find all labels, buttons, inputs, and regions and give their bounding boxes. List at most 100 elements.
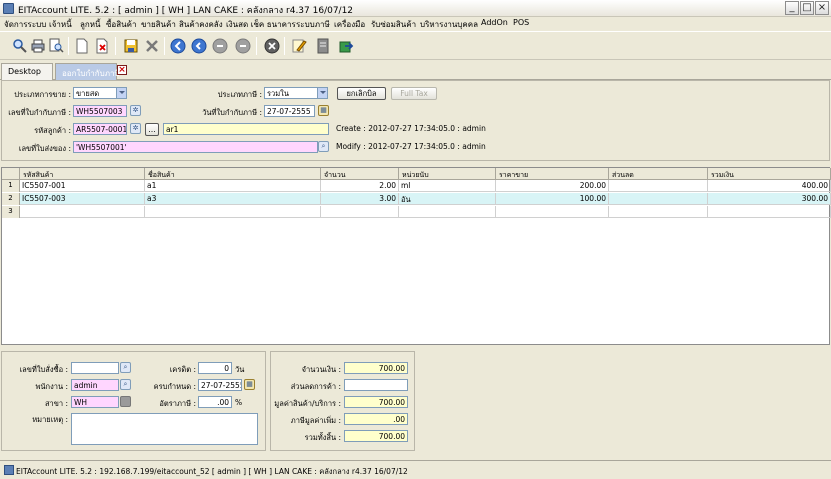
cell-unit[interactable] xyxy=(399,206,496,218)
table-row[interactable]: 3 xyxy=(2,206,831,218)
menu-tools[interactable]: เครื่องมือ xyxy=(334,18,365,31)
customer-name-field[interactable]: ar1 xyxy=(163,123,329,135)
cell-discount[interactable] xyxy=(609,180,708,192)
cell-qty[interactable] xyxy=(321,206,399,218)
search-icon[interactable]: ⌕ xyxy=(120,362,131,373)
connection-icon xyxy=(4,465,14,475)
stop-icon[interactable] xyxy=(264,38,280,54)
cell-name[interactable]: a3 xyxy=(145,193,321,205)
edit-icon[interactable] xyxy=(291,38,307,54)
delivery-no-field[interactable]: 'WH5507001' xyxy=(73,141,318,153)
next-record-icon[interactable] xyxy=(212,38,228,54)
gear-icon[interactable]: ✲ xyxy=(130,105,141,116)
find-icon[interactable] xyxy=(12,38,28,54)
search-icon[interactable]: ⌕ xyxy=(120,379,131,390)
cell-code[interactable]: IC5507-003 xyxy=(20,193,145,205)
maximize-icon[interactable]: □ xyxy=(800,1,814,15)
cell-code[interactable]: IC5507-001 xyxy=(20,180,145,192)
tax-type-select[interactable]: รวมใน xyxy=(264,87,328,99)
po-no-field[interactable] xyxy=(71,362,119,374)
cell-name[interactable] xyxy=(145,206,321,218)
search-icon[interactable]: ⌕ xyxy=(318,141,329,152)
gear-icon[interactable]: ✲ xyxy=(130,123,141,134)
menu-sales[interactable]: ขายสินค้า xyxy=(141,18,176,31)
cell-price[interactable]: 200.00 xyxy=(496,180,609,192)
menu-inventory[interactable]: สินค้าคงคลัง xyxy=(179,18,223,31)
vat-label: ภาษีมูลค่าเพิ่ม : xyxy=(290,416,341,425)
trade-discount-label: ส่วนลดการค้า : xyxy=(290,382,341,391)
branch-lookup-icon[interactable] xyxy=(120,396,131,407)
menu-tax[interactable]: ระบบภาษี xyxy=(296,18,330,31)
sale-type-select[interactable]: ขายสด xyxy=(73,87,127,99)
calendar-icon[interactable]: ▦ xyxy=(244,379,255,390)
cell-price[interactable]: 100.00 xyxy=(496,193,609,205)
menu-purchase[interactable]: ซื้อสินค้า xyxy=(106,18,136,31)
menu-debtor[interactable]: ลูกหนี้ xyxy=(80,18,101,31)
cell-qty[interactable]: 3.00 xyxy=(321,193,399,205)
invoice-no-field[interactable]: WH5507003 xyxy=(73,105,127,117)
column-header-discount[interactable]: ส่วนลด xyxy=(609,168,708,180)
chevron-down-icon xyxy=(317,88,327,98)
cancel-bill-button[interactable]: ยกเลิกบิล xyxy=(337,87,386,100)
column-header-unit[interactable]: หน่วยนับ xyxy=(399,168,496,180)
credit-field[interactable]: 0 xyxy=(198,362,232,374)
cell-unit[interactable]: ml xyxy=(399,180,496,192)
column-header-name[interactable]: ชื่อสินค้า xyxy=(145,168,321,180)
save-icon[interactable] xyxy=(123,38,139,54)
cell-qty[interactable]: 2.00 xyxy=(321,180,399,192)
print-icon[interactable] xyxy=(30,38,46,54)
previous-record-icon[interactable] xyxy=(191,38,207,54)
export-icon[interactable] xyxy=(338,38,354,54)
table-row[interactable]: 1 IC5507-001 a1 2.00 ml 200.00 400.00 xyxy=(2,180,831,192)
po-no-label: เลขที่ใบสั่งซื้อ : xyxy=(19,365,68,374)
trade-discount-field[interactable] xyxy=(344,379,408,391)
branch-field[interactable]: WH xyxy=(71,396,119,408)
note-field[interactable] xyxy=(71,413,258,445)
calendar-icon[interactable]: ▦ xyxy=(318,105,329,116)
cell-name[interactable]: a1 xyxy=(145,180,321,192)
menu-system[interactable]: จัดการระบบ xyxy=(4,18,46,31)
cell-code[interactable] xyxy=(20,206,145,218)
close-icon[interactable]: × xyxy=(815,1,829,15)
column-header-qty[interactable]: จำนวน xyxy=(321,168,399,180)
delete-document-icon[interactable] xyxy=(94,38,110,54)
tab-desktop[interactable]: Desktop xyxy=(1,63,53,80)
due-date-field[interactable]: 27-07-2555 xyxy=(198,379,242,391)
staff-field[interactable]: admin xyxy=(71,379,119,391)
menu-cash-bank[interactable]: เงินสด เช็ค ธนาคาร xyxy=(226,18,296,31)
menu-bar: จัดการระบบ เจ้าหนี้ ลูกหนี้ ซื้อสินค้า ข… xyxy=(0,17,831,30)
tax-rate-field[interactable]: .00 xyxy=(198,396,232,408)
menu-hr[interactable]: บริหารงานบุคคล xyxy=(420,18,478,31)
full-tax-button[interactable]: Full Tax xyxy=(391,87,437,100)
cell-total[interactable]: 400.00 xyxy=(708,180,831,192)
menu-addon[interactable]: AddOn xyxy=(481,18,508,27)
customer-code-label: รหัสลูกค้า : xyxy=(34,126,71,135)
cell-price[interactable] xyxy=(496,206,609,218)
table-row[interactable]: 2 IC5507-003 a3 3.00 อัน 100.00 300.00 xyxy=(2,193,831,205)
title-bar: EITAccount LITE. 5.2 : [ admin ] [ WH ] … xyxy=(0,0,831,17)
cell-unit[interactable]: อัน xyxy=(399,193,496,205)
tab-close-icon[interactable]: × xyxy=(117,65,127,75)
cell-discount[interactable] xyxy=(609,206,708,218)
menu-pos[interactable]: POS xyxy=(513,18,529,27)
cell-total[interactable] xyxy=(708,206,831,218)
last-record-icon[interactable] xyxy=(235,38,251,54)
cell-total[interactable]: 300.00 xyxy=(708,193,831,205)
report-icon[interactable] xyxy=(315,38,331,54)
tab-tax-invoice[interactable]: ออกใบกำกับภาษี xyxy=(55,63,120,80)
minimize-icon[interactable]: _ xyxy=(785,1,799,15)
cell-discount[interactable] xyxy=(609,193,708,205)
menu-creditor[interactable]: เจ้าหนี้ xyxy=(49,18,72,31)
browse-customer-button[interactable]: … xyxy=(145,123,159,136)
cancel-icon[interactable] xyxy=(144,38,160,54)
first-record-icon[interactable] xyxy=(170,38,186,54)
menu-repair[interactable]: รับซ่อมสินค้า xyxy=(371,18,416,31)
column-header-total[interactable]: รวมเงิน xyxy=(708,168,831,180)
new-document-icon[interactable] xyxy=(74,38,90,54)
customer-code-field[interactable]: AR5507-0001 xyxy=(73,123,127,135)
staff-label: พนักงาน : xyxy=(35,382,68,391)
invoice-date-field[interactable]: 27-07-2555 xyxy=(264,105,315,117)
column-header-price[interactable]: ราคาขาย xyxy=(496,168,609,180)
preview-icon[interactable] xyxy=(48,38,64,54)
column-header-code[interactable]: รหัสสินค้า xyxy=(20,168,145,180)
